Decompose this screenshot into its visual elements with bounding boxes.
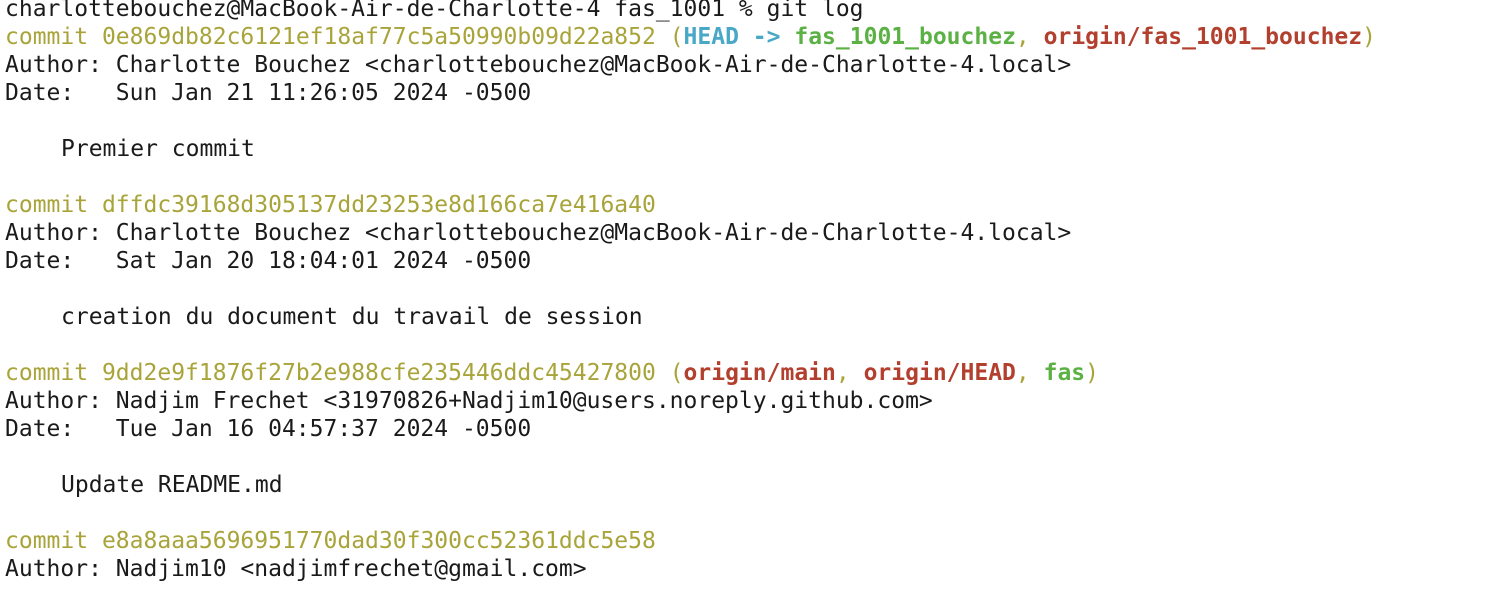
- date-line: Date: Tue Jan 16 04:57:37 2024 -0500: [5, 416, 532, 442]
- commit-message: Update README.md: [61, 472, 283, 498]
- author-line: Author: Charlotte Bouchez <charlottebouc…: [5, 220, 1072, 246]
- date-line: Date: Sat Jan 20 18:04:01 2024 -0500: [5, 248, 532, 274]
- author-line: Author: Nadjim10 <nadjimfrechet@gmail.co…: [5, 556, 587, 582]
- commit-header-line: commit 9dd2e9f1876f27b2e988cfe235446ddc4…: [5, 360, 1100, 386]
- commit-message: creation du document du travail de sessi…: [61, 304, 643, 330]
- terminal-window[interactable]: charlottebouchez@MacBook-Air-de-Charlott…: [0, 0, 1500, 585]
- author-line: Author: Nadjim Frechet <31970826+Nadjim1…: [5, 388, 933, 414]
- commit-label: commit: [5, 192, 89, 218]
- commit-header-line: commit e8a8aaa5696951770dad30f300cc52361…: [5, 527, 1500, 555]
- date-line: Date: Sun Jan 21 11:26:05 2024 -0500: [5, 80, 532, 106]
- ref-local-branch: fas: [1043, 360, 1086, 386]
- commit-hash: dffdc39168d305137dd23253e8d166ca7e416a40: [101, 192, 656, 218]
- author-line: Author: Charlotte Bouchez <charlottebouc…: [5, 52, 1072, 78]
- commit-label: commit: [5, 528, 89, 554]
- commit-hash: e8a8aaa5696951770dad30f300cc52361ddc5e58: [101, 528, 656, 554]
- commit-label: commit: [5, 24, 89, 50]
- prompt-line: charlottebouchez@MacBook-Air-de-Charlott…: [5, 0, 864, 22]
- commit-header-line: commit dffdc39168d305137dd23253e8d166ca7…: [5, 191, 1500, 219]
- ref-remote-main: origin/main: [683, 360, 836, 386]
- commit-message: Premier commit: [61, 136, 255, 162]
- ref-remote-branch: origin/fas_1001_bouchez: [1043, 24, 1363, 50]
- ref-remote-head: origin/HEAD: [863, 360, 1016, 386]
- ref-local-branch: fas_1001_bouchez: [794, 24, 1016, 50]
- commit-header-line: commit 0e869db82c6121ef18af77c5a50990b09…: [5, 24, 1376, 50]
- ref-head: HEAD: [683, 24, 739, 50]
- commit-hash: 0e869db82c6121ef18af77c5a50990b09d22a852: [101, 24, 656, 50]
- ref-arrow: ->: [752, 24, 781, 50]
- commit-hash: 9dd2e9f1876f27b2e988cfe235446ddc45427800: [101, 360, 656, 386]
- commit-label: commit: [5, 360, 89, 386]
